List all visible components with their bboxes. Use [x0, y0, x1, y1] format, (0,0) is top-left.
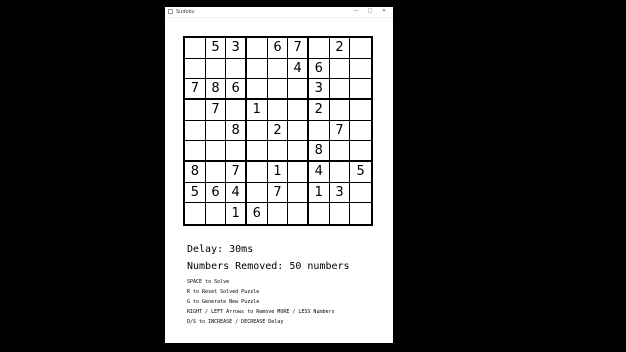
sudoku-cell-r7c7[interactable]: 4 [308, 161, 330, 183]
sudoku-cell-r3c4[interactable] [246, 79, 268, 100]
sudoku-cell-r7c6[interactable] [288, 161, 309, 183]
sudoku-cell-r8c2[interactable]: 6 [205, 182, 227, 204]
sudoku-cell-r9c7[interactable] [309, 203, 330, 224]
sudoku-cell-r9c6[interactable] [288, 203, 309, 224]
close-button[interactable]: ✕ [377, 7, 391, 17]
sudoku-cell-r3c3[interactable]: 6 [226, 79, 247, 100]
sudoku-cell-r6c1[interactable] [185, 141, 206, 162]
sudoku-board: 5367246786371282788714556471316 [183, 36, 373, 226]
sudoku-cell-r9c2[interactable] [206, 203, 227, 224]
sudoku-cell-r1c6[interactable]: 7 [288, 38, 309, 59]
sudoku-cell-r8c9[interactable] [350, 183, 371, 204]
sudoku-window: Sudoku — □ ✕ 536724678637128278871455647… [165, 7, 393, 343]
sudoku-cell-r2c5[interactable] [267, 58, 289, 80]
sudoku-cell-r2c2[interactable] [205, 58, 227, 80]
sudoku-cell-r2c9[interactable] [350, 59, 371, 80]
sudoku-cell-r8c3[interactable]: 4 [226, 182, 247, 204]
sudoku-cell-r8c1[interactable]: 5 [185, 182, 206, 204]
sudoku-cell-r4c5[interactable] [267, 99, 289, 121]
sudoku-cell-r6c2[interactable] [205, 141, 227, 162]
sudoku-cell-r3c5[interactable] [267, 79, 289, 100]
sudoku-cell-r1c8[interactable]: 2 [329, 38, 351, 59]
sudoku-cell-r5c9[interactable] [350, 121, 371, 142]
sudoku-cell-r4c7[interactable]: 2 [308, 99, 330, 121]
sudoku-cell-r1c4[interactable] [246, 38, 268, 59]
sudoku-cell-r2c8[interactable] [329, 58, 351, 80]
sudoku-cell-r6c5[interactable] [267, 141, 289, 162]
help-generate: G to Generate New Puzzle [187, 299, 260, 305]
sudoku-cell-r8c4[interactable] [246, 182, 268, 204]
sudoku-cell-r4c4[interactable]: 1 [246, 99, 268, 121]
sudoku-cell-r8c5[interactable]: 7 [267, 182, 289, 204]
sudoku-cell-r3c2[interactable]: 8 [205, 79, 227, 100]
sudoku-cell-r8c8[interactable]: 3 [329, 182, 351, 204]
sudoku-cell-r6c9[interactable] [350, 141, 371, 162]
sudoku-cell-r2c1[interactable] [185, 58, 206, 80]
sudoku-cell-r4c9[interactable] [350, 100, 371, 121]
sudoku-cell-r7c1[interactable]: 8 [185, 161, 206, 183]
sudoku-cell-r4c6[interactable] [288, 99, 309, 121]
sudoku-cell-r7c8[interactable] [329, 161, 351, 183]
sudoku-cell-r1c1[interactable] [185, 38, 206, 59]
sudoku-cell-r9c1[interactable] [185, 203, 206, 224]
sudoku-cell-r3c7[interactable]: 3 [308, 79, 330, 100]
sudoku-cell-r5c8[interactable]: 7 [329, 120, 351, 142]
sudoku-cell-r1c9[interactable] [350, 38, 371, 59]
delay-readout: Delay: 30ms [187, 244, 254, 255]
sudoku-cell-r9c8[interactable] [330, 203, 351, 224]
sudoku-cell-r3c6[interactable] [288, 79, 309, 100]
sudoku-cell-r1c3[interactable]: 3 [226, 38, 247, 59]
sudoku-cell-r5c2[interactable] [205, 120, 227, 142]
sudoku-cell-r4c2[interactable]: 7 [205, 99, 227, 121]
sudoku-cell-r9c9[interactable] [350, 203, 371, 224]
sudoku-cell-r2c6[interactable]: 4 [288, 58, 309, 80]
maximize-button[interactable]: □ [363, 7, 377, 17]
sudoku-cell-r5c3[interactable]: 8 [226, 120, 247, 142]
app-icon [168, 9, 173, 14]
sudoku-cell-r5c4[interactable] [246, 120, 268, 142]
sudoku-cell-r2c3[interactable] [226, 58, 247, 80]
sudoku-cell-r4c8[interactable] [329, 99, 351, 121]
desktop-background: Sudoku — □ ✕ 536724678637128278871455647… [0, 0, 626, 352]
sudoku-cell-r9c5[interactable] [268, 203, 289, 224]
sudoku-cell-r6c4[interactable] [246, 141, 268, 162]
help-delay: D/S to INCREASE / DECREASE Delay [187, 319, 284, 325]
sudoku-cell-r8c6[interactable] [288, 182, 309, 204]
minimize-button[interactable]: — [349, 7, 363, 17]
help-reset: R to Reset Solved Puzzle [187, 289, 260, 295]
sudoku-cell-r3c1[interactable]: 7 [185, 79, 206, 100]
sudoku-cell-r7c3[interactable]: 7 [226, 161, 247, 183]
sudoku-cell-r1c5[interactable]: 6 [267, 38, 289, 59]
sudoku-cell-r6c7[interactable]: 8 [308, 141, 330, 162]
help-remove-count: RIGHT / LEFT Arrows to Remove MORE / LES… [187, 309, 335, 315]
sudoku-cell-r1c2[interactable]: 5 [205, 38, 227, 59]
sudoku-cell-r3c8[interactable] [329, 79, 351, 100]
sudoku-cell-r6c8[interactable] [329, 141, 351, 162]
sudoku-cell-r7c4[interactable] [246, 161, 268, 183]
sudoku-cell-r6c3[interactable] [226, 141, 247, 162]
sudoku-cell-r3c9[interactable] [350, 79, 371, 100]
help-solve: SPACE to Solve [187, 279, 230, 285]
sudoku-cell-r4c1[interactable] [185, 99, 206, 121]
sudoku-cell-r1c7[interactable] [308, 38, 330, 59]
title-bar[interactable]: Sudoku — □ ✕ [165, 7, 393, 18]
sudoku-cell-r7c5[interactable]: 1 [267, 161, 289, 183]
window-title: Sudoku [176, 9, 195, 15]
sudoku-cell-r7c9[interactable]: 5 [350, 162, 371, 183]
keyboard-help-list: SPACE to Solve R to Reset Solved Puzzle … [187, 277, 335, 327]
numbers-removed-readout: Numbers Removed: 50 numbers [187, 261, 350, 272]
sudoku-cell-r7c2[interactable] [205, 161, 227, 183]
sudoku-cell-r5c6[interactable] [288, 120, 309, 142]
sudoku-cell-r2c4[interactable] [246, 58, 268, 80]
sudoku-cell-r8c7[interactable]: 1 [308, 182, 330, 204]
sudoku-cell-r5c5[interactable]: 2 [267, 120, 289, 142]
sudoku-cell-r4c3[interactable] [226, 99, 247, 121]
sudoku-cell-r2c7[interactable]: 6 [308, 58, 330, 80]
sudoku-cell-r6c6[interactable] [288, 141, 309, 162]
sudoku-cell-r9c3[interactable]: 1 [226, 203, 247, 224]
sudoku-cell-r5c7[interactable] [308, 120, 330, 142]
sudoku-cell-r9c4[interactable]: 6 [247, 203, 268, 224]
sudoku-cell-r5c1[interactable] [185, 120, 206, 142]
